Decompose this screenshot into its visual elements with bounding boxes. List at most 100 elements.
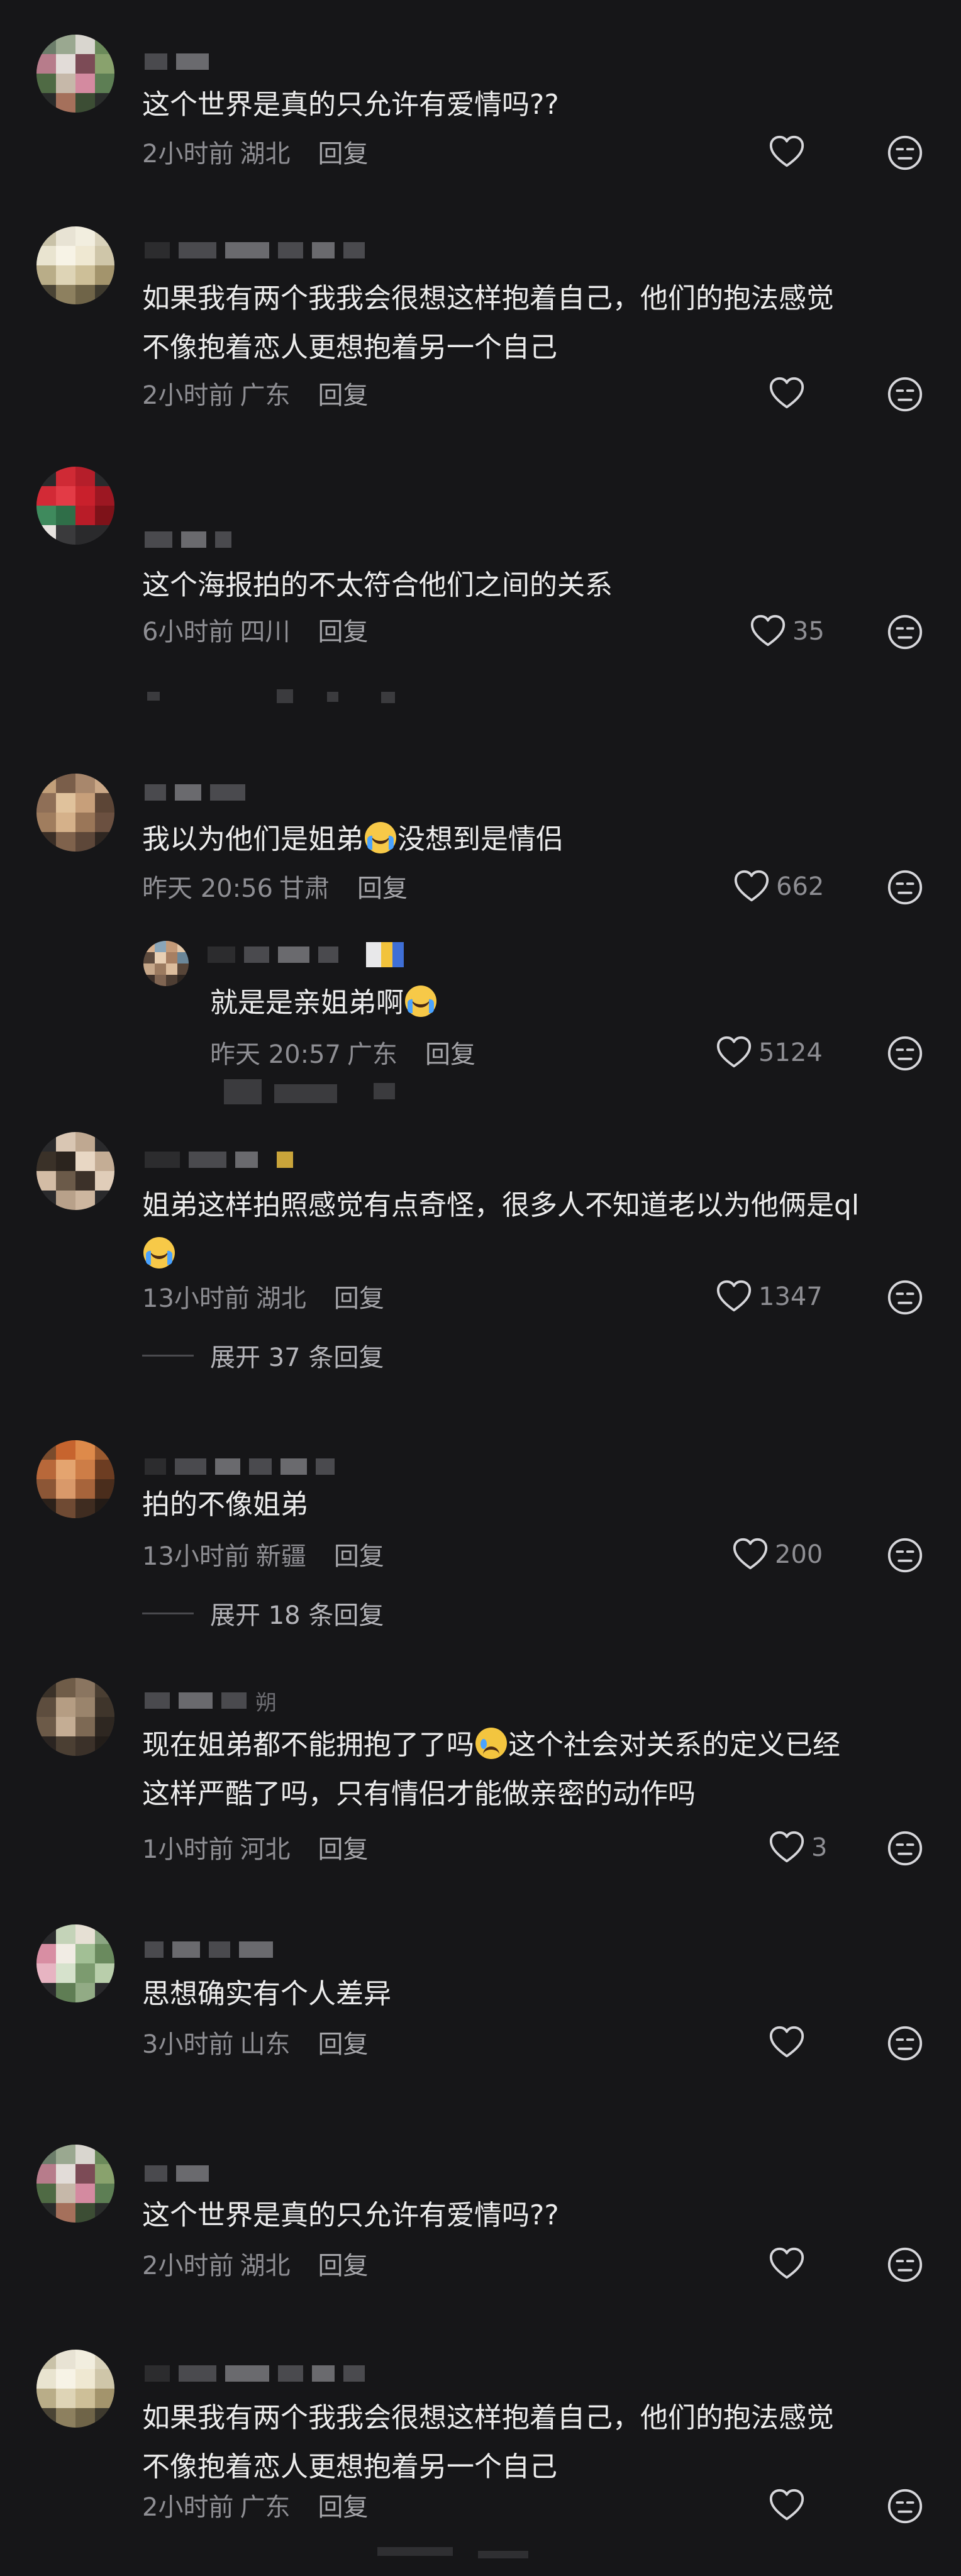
expand-label: 展开 18 条回复: [210, 1601, 384, 1630]
avatar[interactable]: [36, 226, 114, 304]
heart-icon: [767, 374, 806, 413]
username[interactable]: [145, 2161, 209, 2186]
comment-meta: 13小时前 湖北 回复: [142, 1279, 384, 1313]
comment-text: 这个世界是真的只允许有爱情吗??: [142, 89, 559, 121]
dislike-button[interactable]: [886, 1536, 925, 1575]
like-button[interactable]: 5124: [714, 1034, 823, 1072]
comment-text-part: 我以为他们是姐弟: [142, 823, 364, 855]
like-button[interactable]: [767, 2024, 806, 2062]
dislike-face-icon: [886, 375, 925, 414]
dislike-face-icon: [886, 2487, 925, 2526]
dislike-button[interactable]: [886, 2487, 925, 2526]
comment-text: 拍的不像姐弟: [142, 1489, 308, 1521]
comment-text: 姐弟这样拍照感觉有点奇怪，很多人不知道老以为他俩是ql: [142, 1181, 935, 1279]
username[interactable]: [145, 2361, 365, 2386]
badge-icon: [366, 942, 404, 967]
like-button[interactable]: [767, 375, 806, 413]
pixelated-artifact: [374, 1083, 395, 1099]
reply-button[interactable]: 回复: [425, 1034, 475, 1070]
dislike-button[interactable]: [886, 2245, 925, 2284]
reply-button[interactable]: 回复: [334, 1536, 384, 1572]
reply-button[interactable]: 回复: [318, 611, 368, 648]
avatar[interactable]: [36, 2145, 114, 2223]
comment-time: 2小时前: [142, 2493, 234, 2522]
comment-location: 山东: [240, 2030, 291, 2059]
avatar[interactable]: [36, 774, 114, 852]
reply-button[interactable]: 回复: [318, 1829, 368, 1865]
username[interactable]: [145, 1937, 273, 1962]
comment-text-part: 姐弟这样拍照感觉有点奇怪，很多人不知道老以为他俩是ql: [142, 1189, 860, 1221]
heart-icon: [767, 2245, 806, 2284]
avatar[interactable]: [36, 1678, 114, 1756]
avatar[interactable]: [36, 2350, 114, 2428]
like-button[interactable]: [767, 2487, 806, 2524]
like-count: 200: [775, 1540, 823, 1569]
reply-button[interactable]: 回复: [334, 1278, 384, 1314]
reply-button[interactable]: 回复: [318, 133, 368, 170]
avatar[interactable]: [36, 1924, 114, 2002]
comment-time: 6小时前: [142, 618, 234, 647]
like-count: 1347: [758, 1282, 823, 1311]
heart-icon: [714, 1277, 753, 1316]
username[interactable]: [145, 49, 209, 74]
dislike-face-icon: [886, 1034, 925, 1073]
pixelated-artifact: [377, 2547, 453, 2556]
expand-label: 展开 37 条回复: [210, 1343, 384, 1372]
expand-replies-button[interactable]: 展开 18 条回复: [142, 1596, 384, 1630]
reply-username[interactable]: [208, 942, 404, 967]
username[interactable]: [145, 1147, 293, 1172]
dislike-button[interactable]: [886, 2024, 925, 2063]
username[interactable]: [145, 780, 245, 805]
dislike-button[interactable]: [886, 133, 925, 172]
dislike-face-icon: [886, 133, 925, 172]
reply-button[interactable]: 回复: [318, 2487, 368, 2523]
avatar[interactable]: [36, 1132, 114, 1210]
pixelated-artifact: [224, 1079, 262, 1104]
comment-time: 3小时前: [142, 2030, 234, 2059]
comment-time: 13小时前: [142, 1284, 250, 1313]
avatar[interactable]: [36, 35, 114, 113]
like-button[interactable]: 662: [732, 868, 824, 906]
reply-meta: 昨天 20:57 广东 回复: [210, 1035, 475, 1069]
comment-location: 广东: [240, 381, 291, 410]
like-button[interactable]: 200: [731, 1536, 823, 1574]
comment-time: 2小时前: [142, 140, 234, 169]
dislike-button[interactable]: [886, 868, 925, 907]
heart-icon: [767, 133, 806, 172]
avatar[interactable]: [36, 1440, 114, 1518]
like-button[interactable]: 35: [748, 613, 825, 650]
reply-text: 就是是亲姐弟啊: [210, 979, 933, 1028]
expand-replies-button[interactable]: 展开 37 条回复: [142, 1338, 384, 1372]
comment-time: 13小时前: [142, 1542, 250, 1571]
avatar[interactable]: [36, 467, 114, 545]
reply-avatar[interactable]: [143, 941, 189, 986]
reply-button[interactable]: 回复: [318, 375, 368, 411]
dislike-button[interactable]: [886, 1278, 925, 1317]
crying-emoji: [143, 1237, 175, 1269]
reply-button[interactable]: 回复: [318, 2024, 368, 2060]
dislike-face-icon: [886, 2024, 925, 2063]
dislike-button[interactable]: [886, 613, 925, 652]
username[interactable]: 朔: [145, 1688, 277, 1716]
comment-meta: 2小时前 广东 回复: [142, 2488, 368, 2522]
dislike-button[interactable]: [886, 1034, 925, 1073]
comment-location: 四川: [240, 618, 291, 647]
dislike-button[interactable]: [886, 1829, 925, 1868]
username[interactable]: [145, 1454, 335, 1479]
username[interactable]: [145, 527, 231, 552]
dislike-button[interactable]: [886, 375, 925, 414]
dislike-face-icon: [886, 1829, 925, 1868]
comment-location: 广东: [240, 2493, 291, 2522]
comment-text: 思想确实有个人差异: [142, 1978, 391, 2010]
like-button[interactable]: [767, 2245, 806, 2283]
crying-emoji: [405, 985, 436, 1017]
pixelated-artifact: [277, 689, 293, 703]
like-button[interactable]: [767, 133, 806, 171]
reply-button[interactable]: 回复: [318, 2245, 368, 2282]
reply-button[interactable]: 回复: [357, 868, 408, 904]
comment-location: 新疆: [255, 1542, 306, 1571]
heart-icon: [748, 612, 787, 651]
username[interactable]: [145, 238, 365, 263]
like-button[interactable]: 3: [767, 1829, 827, 1867]
like-button[interactable]: 1347: [714, 1278, 823, 1316]
